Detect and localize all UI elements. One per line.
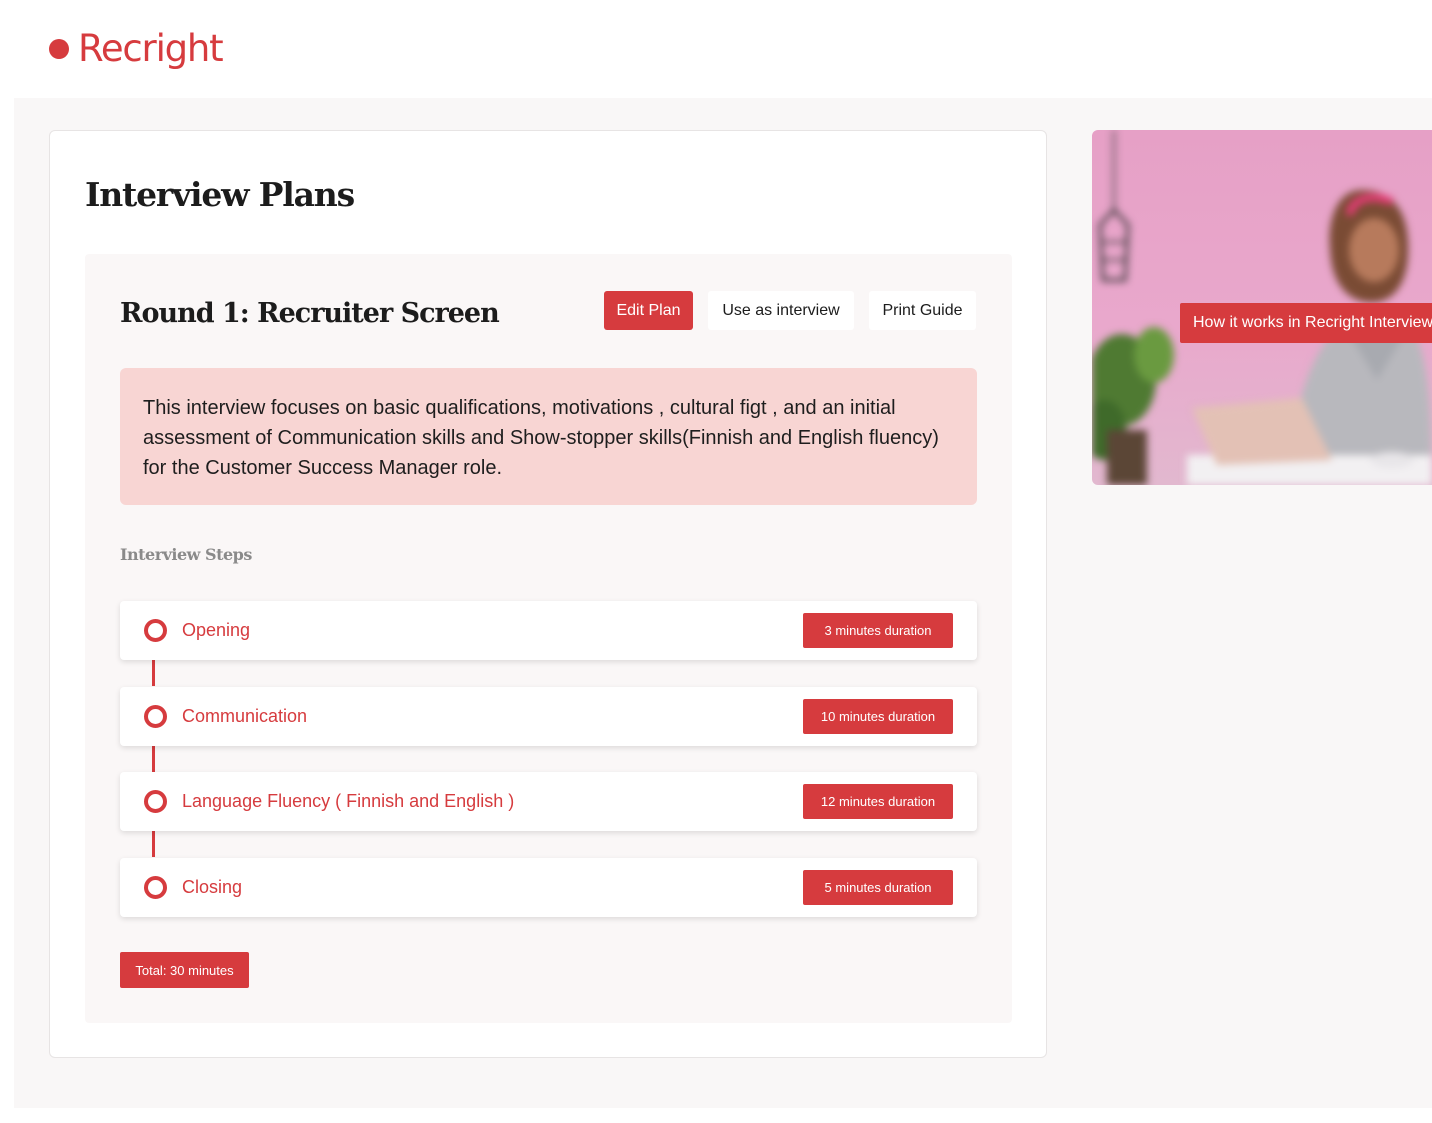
step-name: Language Fluency ( Finnish and English ) (182, 791, 515, 811)
step-row-language-fluency[interactable]: Language Fluency ( Finnish and English )… (120, 772, 977, 831)
step-connector (152, 746, 155, 772)
step-duration-badge: 5 minutes duration (803, 870, 953, 905)
step-connector (152, 660, 155, 686)
step-circle-icon (144, 790, 167, 813)
print-guide-button[interactable]: Print Guide (869, 291, 976, 330)
brand-dot-icon (49, 38, 69, 59)
steps-label: Interview Steps (120, 545, 252, 564)
recright-logo[interactable]: Recright (49, 27, 224, 70)
step-duration-badge: 12 minutes duration (803, 784, 953, 819)
step-duration-badge: 3 minutes duration (803, 613, 953, 648)
total-duration-badge: Total: 30 minutes (120, 952, 249, 988)
step-name: Closing (182, 877, 243, 897)
step-circle-icon (144, 876, 167, 899)
step-circle-icon (144, 705, 167, 728)
step-connector (152, 831, 155, 857)
video-thumbnail[interactable]: How it works in Recright Interview (1092, 130, 1432, 485)
edit-plan-button[interactable]: Edit Plan (604, 291, 693, 330)
round-plan-panel: Round 1: Recruiter Screen Edit Plan Use … (85, 254, 1012, 1023)
step-duration-badge: 10 minutes duration (803, 699, 953, 734)
logo-text: Recright (78, 27, 224, 70)
step-row-communication[interactable]: Communication 10 minutes duration (120, 687, 977, 746)
step-name: Opening (182, 620, 251, 640)
page-title: Interview Plans (85, 175, 355, 214)
step-name: Communication (182, 706, 308, 726)
interview-plans-card: Interview Plans Round 1: Recruiter Scree… (49, 130, 1047, 1058)
step-row-closing[interactable]: Closing 5 minutes duration (120, 858, 977, 917)
header: Recright (0, 0, 1432, 98)
step-circle-icon (144, 619, 167, 642)
plan-description: This interview focuses on basic qualific… (120, 368, 977, 505)
use-as-interview-button[interactable]: Use as interview (708, 291, 854, 330)
step-row-opening[interactable]: Opening 3 minutes duration (120, 601, 977, 660)
how-it-works-button[interactable]: How it works in Recright Interview (1180, 303, 1432, 343)
round-title: Round 1: Recruiter Screen (120, 298, 500, 329)
